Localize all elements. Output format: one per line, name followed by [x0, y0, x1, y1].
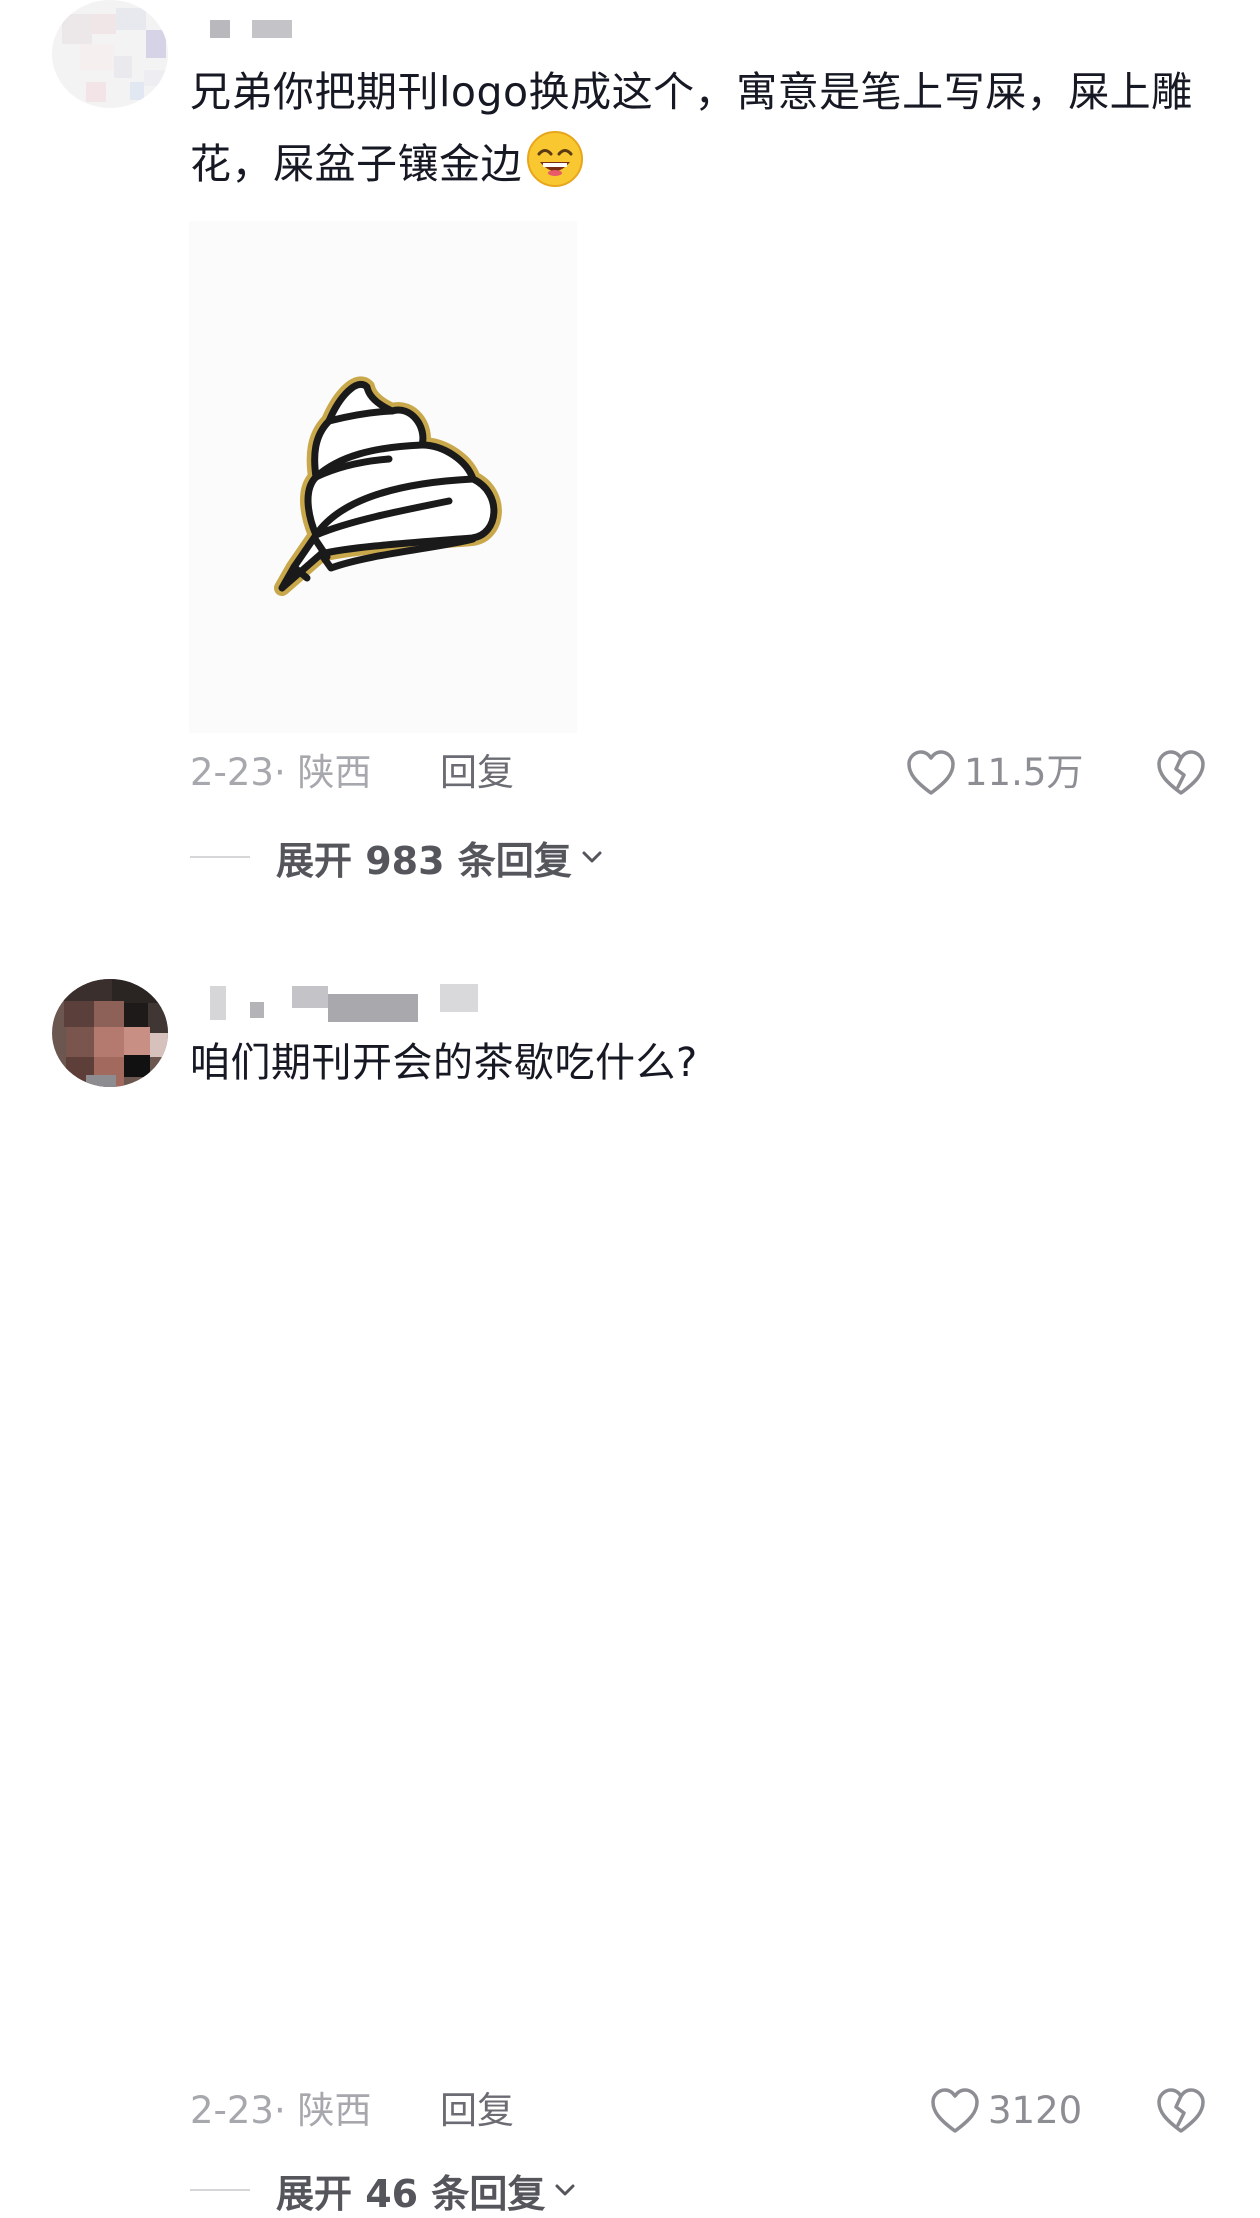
like-count: 11.5万 — [964, 751, 1084, 794]
expand-replies-button[interactable]: 展开 983 条回复 — [190, 832, 604, 883]
divider-line — [190, 856, 250, 858]
broken-heart-icon[interactable] — [1156, 2087, 1206, 2135]
poop-pen-logo-image[interactable] — [189, 221, 577, 733]
date-location: 2-23· 陕西 — [190, 751, 372, 794]
heart-outline-icon — [907, 750, 955, 795]
avatar[interactable] — [52, 979, 168, 1087]
reply-button[interactable]: 回复 — [440, 748, 514, 798]
date-location: 2-23· 陕西 — [190, 2089, 372, 2132]
chevron-down-icon — [555, 2184, 575, 2196]
chevron-down-icon — [582, 851, 602, 863]
comment-text: 兄弟你把期刊logo换成这个，寓意是笔上写屎，屎上雕花，屎盆子镶金边 — [190, 56, 1230, 200]
like-button[interactable]: 11.5万 — [906, 748, 1083, 798]
comment-text: 咱们期刊开会的茶歇吃什么? — [190, 1040, 698, 1086]
like-button[interactable]: 3120 — [930, 2086, 1082, 2136]
expand-replies-label: 展开 983 条回复 — [276, 838, 572, 883]
comment-meta: 2-23· 陕西 回复 3120 — [190, 2086, 1230, 2136]
reply-button[interactable]: 回复 — [440, 2086, 514, 2136]
expand-replies-button[interactable]: 展开 46 条回复 — [190, 2165, 577, 2216]
divider-line — [190, 2189, 250, 2191]
comment-text-content: 兄弟你把期刊logo换成这个，寓意是笔上写屎，屎上雕花，屎盆子镶金边 — [190, 68, 1193, 188]
comment-meta: 2-23· 陕西 回复 11.5万 — [190, 748, 1230, 798]
grinning-squint-emoji-icon — [526, 130, 584, 188]
avatar[interactable] — [52, 0, 168, 108]
heart-outline-icon — [931, 2088, 979, 2133]
like-count: 3120 — [988, 2089, 1083, 2132]
broken-heart-icon[interactable] — [1156, 749, 1206, 797]
expand-replies-label: 展开 46 条回复 — [276, 2171, 546, 2216]
